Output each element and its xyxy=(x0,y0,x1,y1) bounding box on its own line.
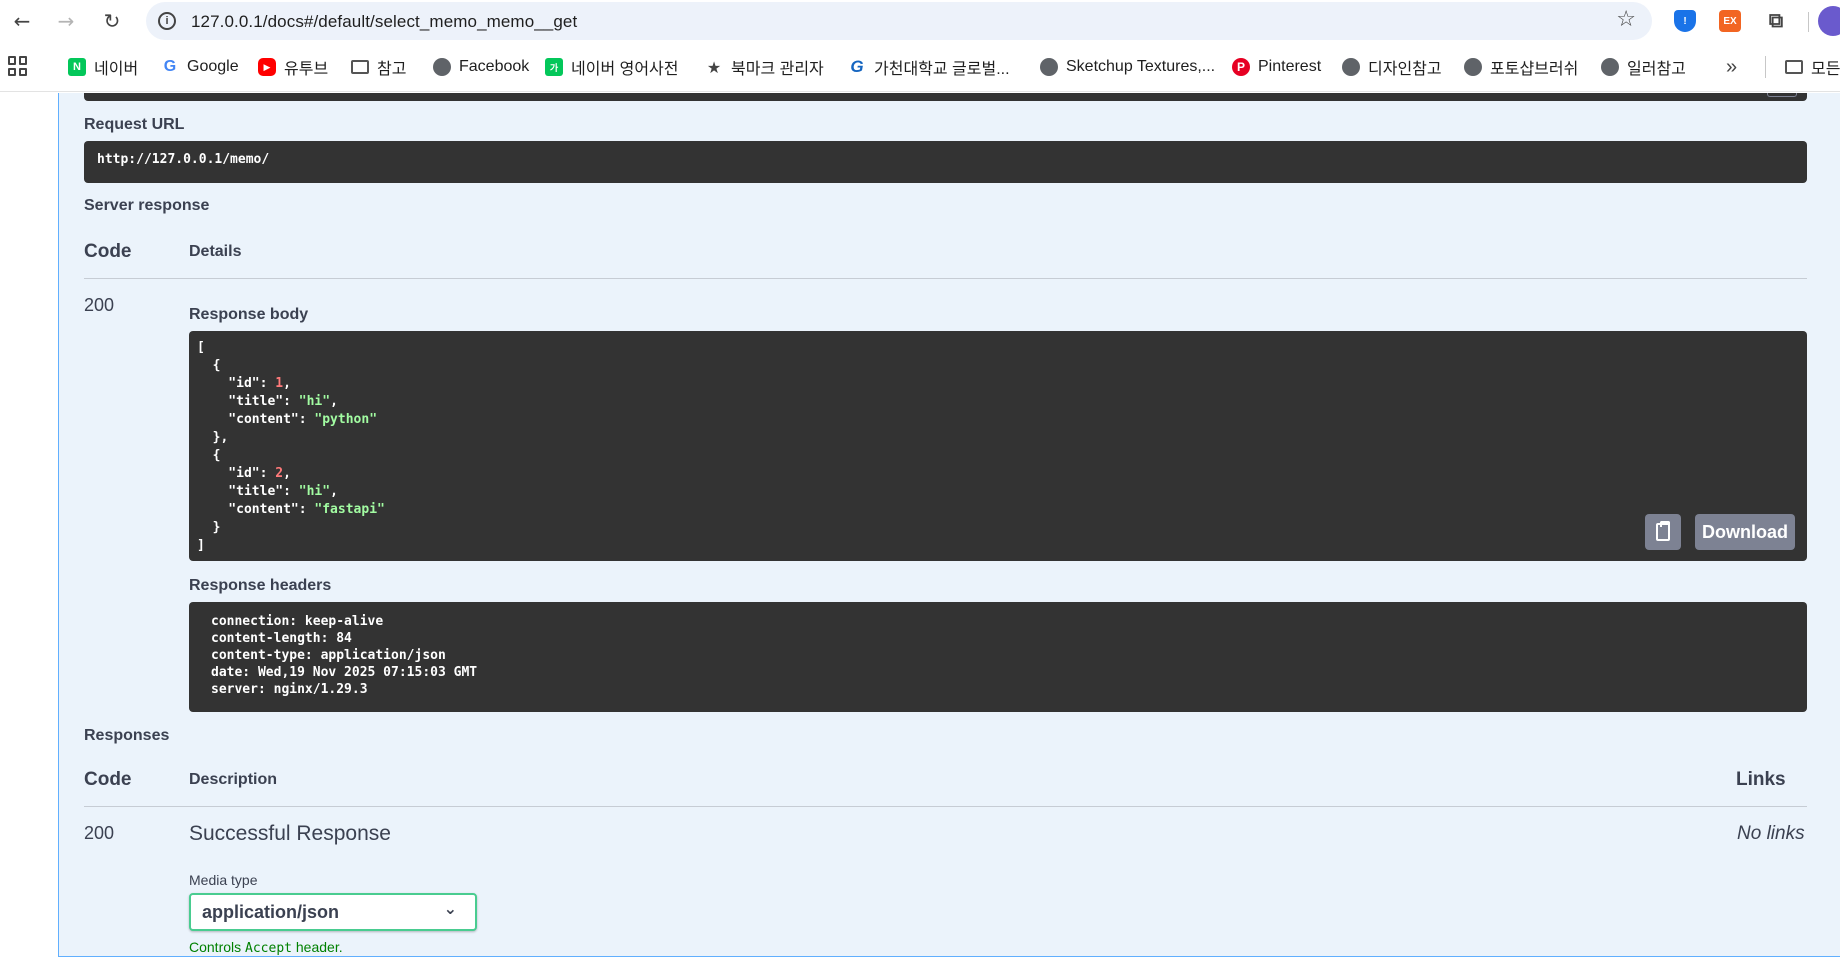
bookmark-label: 네이버 xyxy=(94,61,139,78)
bookmark-label: Pinterest xyxy=(1258,58,1322,75)
bookmark-label: 북마크 관리자 xyxy=(731,61,824,78)
hint-prefix: Controls xyxy=(189,939,246,955)
chevron-down-icon: ⌄ xyxy=(443,899,457,918)
bookmark-item[interactable]: Facebook xyxy=(433,56,529,78)
reload-button[interactable]: ↻ xyxy=(98,7,126,35)
bookmark-label: 가천대학교 글로벌... xyxy=(874,61,1010,78)
controls-accept-hint: Controls Accept header. xyxy=(189,939,343,956)
bookmark-label: 유투브 xyxy=(284,61,329,78)
extensions-puzzle-icon[interactable]: ⧉ xyxy=(1765,10,1787,32)
dictionary-icon: 가 xyxy=(545,58,563,76)
back-button[interactable]: ← xyxy=(8,7,36,35)
response-body-json: [ { "id": 1, "title": "hi", "content": "… xyxy=(197,340,385,553)
bookmark-label: 디자인참고 xyxy=(1368,61,1442,78)
hint-code: Accept xyxy=(245,941,292,956)
swagger-page: Request URL http://127.0.0.1/memo/ Serve… xyxy=(0,93,1840,963)
globe-icon xyxy=(1040,58,1058,76)
bookmark-star-icon[interactable]: ☆ xyxy=(1616,7,1636,32)
clipboard-icon xyxy=(1656,521,1670,541)
folder-icon xyxy=(351,60,369,74)
hint-suffix: header. xyxy=(292,939,343,955)
bookmark-label: Facebook xyxy=(459,58,530,75)
globe-icon xyxy=(1601,58,1619,76)
server-status-code: 200 xyxy=(84,295,115,315)
request-url-value: http://127.0.0.1/memo/ xyxy=(97,152,270,167)
bookmark-item[interactable]: ★ 북마크 관리자 xyxy=(705,56,824,79)
globe-icon xyxy=(433,58,451,76)
bookmark-item[interactable]: 참고 xyxy=(351,56,406,78)
media-type-label: Media type xyxy=(189,872,258,888)
bookmark-item[interactable]: 포토샵브러쉬 xyxy=(1464,56,1578,78)
more-bookmarks-chevron-icon[interactable]: » xyxy=(1726,56,1737,78)
bookmark-label: 참고 xyxy=(377,61,407,78)
toolbar-divider xyxy=(1808,12,1809,32)
responses-divider xyxy=(84,806,1807,807)
response-links: No links xyxy=(1737,823,1805,844)
bookmark-item[interactable]: N 네이버 xyxy=(68,56,138,78)
gachon-icon: G xyxy=(850,57,864,76)
bookmark-item[interactable]: Sketchup Textures,... xyxy=(1040,56,1215,78)
response-headers-label: Response headers xyxy=(189,577,332,594)
site-info-icon[interactable]: i xyxy=(158,12,176,30)
star-icon: ★ xyxy=(706,57,722,77)
curl-code-block xyxy=(84,93,1807,101)
response-status-code: 200 xyxy=(84,823,115,843)
copy-to-clipboard-button[interactable] xyxy=(1645,514,1681,550)
responses-code-header: Code xyxy=(84,769,132,790)
details-column-header: Details xyxy=(189,243,242,260)
server-response-label: Server response xyxy=(84,197,210,214)
request-url-box: http://127.0.0.1/memo/ xyxy=(84,141,1807,183)
bookmark-item[interactable]: 일러참고 xyxy=(1601,56,1686,78)
response-headers-text: connection: keep-alive content-length: 8… xyxy=(211,614,478,697)
bookmarks-divider xyxy=(1765,56,1766,78)
response-body-block: [ { "id": 1, "title": "hi", "content": "… xyxy=(189,331,1807,561)
response-body-label: Response body xyxy=(189,306,309,323)
download-button[interactable]: Download xyxy=(1695,514,1795,550)
folder-icon xyxy=(1785,60,1803,74)
apps-grid-icon[interactable] xyxy=(8,56,28,76)
description-column-header: Description xyxy=(189,771,278,788)
media-type-select[interactable]: application/json ⌄ xyxy=(189,893,477,931)
bookmark-item[interactable]: G 가천대학교 글로벌... xyxy=(848,56,1010,78)
shield-extension-icon[interactable]: ! xyxy=(1674,10,1696,32)
bookmark-item[interactable]: ▶ 유투브 xyxy=(258,56,328,78)
response-description: Successful Response xyxy=(189,822,391,845)
pinterest-icon: P xyxy=(1232,58,1250,76)
server-response-divider xyxy=(84,278,1807,279)
copy-curl-icon[interactable] xyxy=(1767,93,1797,97)
naver-icon: N xyxy=(68,58,86,76)
bookmark-item[interactable]: P Pinterest xyxy=(1232,56,1321,78)
bookmark-label: 포토샵브러쉬 xyxy=(1490,61,1579,78)
bookmark-label: Sketchup Textures,... xyxy=(1066,58,1216,75)
responses-label: Responses xyxy=(84,727,170,744)
browser-toolbar: ← → ↻ i 127.0.0.1/docs#/default/select_m… xyxy=(0,0,1840,42)
profile-avatar[interactable] xyxy=(1818,6,1840,36)
all-bookmarks-label: 모든 xyxy=(1811,61,1840,78)
bookmark-label: Google xyxy=(187,58,239,75)
address-url[interactable]: 127.0.0.1/docs#/default/select_memo_memo… xyxy=(191,12,577,32)
code-column-header: Code xyxy=(84,241,132,262)
request-url-label: Request URL xyxy=(84,116,185,133)
globe-icon xyxy=(1342,58,1360,76)
response-headers-block: connection: keep-alive content-length: 8… xyxy=(189,602,1807,712)
bookmark-label: 네이버 영어사전 xyxy=(571,61,679,78)
forward-button[interactable]: → xyxy=(52,7,80,35)
bookmarks-bar: N 네이버 G Google ▶ 유투브 참고 Facebook 가 네이버 영어사전 ★ 북마크 관… xyxy=(0,42,1840,92)
youtube-icon: ▶ xyxy=(258,58,276,76)
all-bookmarks-folder[interactable]: 모든 xyxy=(1785,56,1840,78)
bookmark-item[interactable]: 디자인참고 xyxy=(1342,56,1442,78)
bookmark-item[interactable]: G Google xyxy=(161,56,239,78)
ex-extension-icon[interactable]: EX xyxy=(1719,10,1741,32)
links-column-header: Links xyxy=(1736,769,1786,790)
globe-icon xyxy=(1464,58,1482,76)
bookmark-label: 일러참고 xyxy=(1627,61,1686,78)
address-bar[interactable]: i 127.0.0.1/docs#/default/select_memo_me… xyxy=(146,2,1652,40)
bookmark-item[interactable]: 가 네이버 영어사전 xyxy=(545,56,679,78)
google-icon: G xyxy=(161,58,179,76)
media-type-value: application/json xyxy=(202,902,340,922)
